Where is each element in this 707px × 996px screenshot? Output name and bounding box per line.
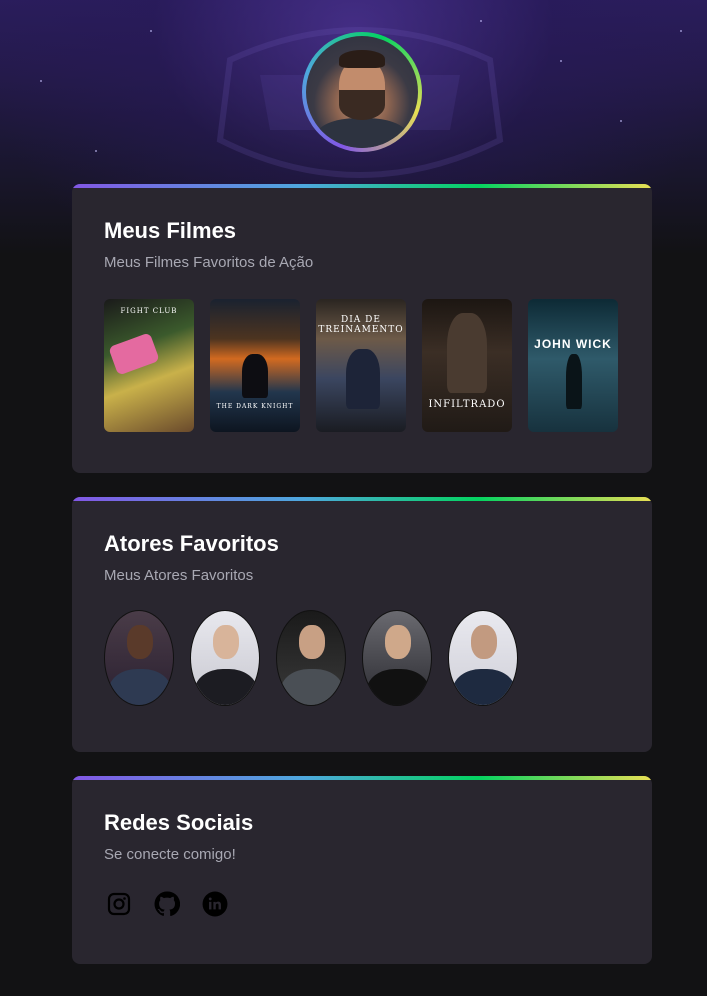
actor-photo[interactable] <box>190 610 260 706</box>
linkedin-icon[interactable] <box>202 891 228 917</box>
profile-avatar <box>306 36 418 148</box>
avatar-hair <box>339 50 385 68</box>
avatar-shirt <box>316 118 408 148</box>
actor-body <box>281 669 343 705</box>
star-decoration <box>40 80 42 82</box>
actor-photo[interactable] <box>362 610 432 706</box>
movies-card: Meus Filmes Meus Filmes Favoritos de Açã… <box>72 184 652 473</box>
actors-card: Atores Favoritos Meus Atores Favoritos <box>72 497 652 752</box>
training-day-poster[interactable]: DIA DE TREINAMENTO <box>316 299 406 432</box>
dark-knight-poster[interactable]: THE DARK KNIGHT <box>210 299 300 432</box>
actor-face <box>213 625 239 659</box>
poster-caption: INFILTRADO <box>428 399 506 410</box>
social-links <box>106 891 228 917</box>
instagram-icon[interactable] <box>106 891 132 917</box>
movie-posters: FIGHT CLUB THE DARK KNIGHT DIA DE TREINA… <box>104 299 618 432</box>
poster-caption: DIA DE TREINAMENTO <box>318 315 404 335</box>
fight-club-poster[interactable]: FIGHT CLUB <box>104 299 194 432</box>
star-decoration <box>680 30 682 32</box>
actor-photo[interactable] <box>276 610 346 706</box>
actor-face <box>471 625 497 659</box>
actor-body <box>367 669 429 705</box>
actors-title: Atores Favoritos <box>104 531 279 556</box>
infiltrado-poster[interactable]: INFILTRADO <box>422 299 512 432</box>
star-decoration <box>150 30 152 32</box>
social-title: Redes Sociais <box>104 810 254 835</box>
soap-bar-graphic <box>108 332 160 376</box>
profile-avatar-ring <box>302 32 422 152</box>
social-subtitle: Se conecte comigo! <box>104 846 236 863</box>
figure-silhouette <box>566 354 582 409</box>
actor-face <box>385 625 411 659</box>
actor-photos <box>104 610 518 706</box>
poster-caption: THE DARK KNIGHT <box>216 403 294 410</box>
avatar-beard <box>339 90 385 120</box>
john-wick-poster[interactable]: JOHN WICK <box>528 299 618 432</box>
social-card: Redes Sociais Se conecte comigo! <box>72 776 652 964</box>
actor-body <box>453 669 515 705</box>
actor-body <box>195 669 257 705</box>
star-decoration <box>560 60 562 62</box>
star-decoration <box>95 150 97 152</box>
actor-photo[interactable] <box>448 610 518 706</box>
actors-subtitle: Meus Atores Favoritos <box>104 567 254 584</box>
poster-caption: FIGHT CLUB <box>120 307 178 315</box>
movies-title: Meus Filmes <box>104 218 237 243</box>
batman-silhouette <box>242 354 268 398</box>
actor-body <box>109 669 171 705</box>
actor-face <box>127 625 153 659</box>
star-decoration <box>480 20 482 22</box>
actor-photo[interactable] <box>104 610 174 706</box>
github-icon[interactable] <box>154 891 180 917</box>
actor-face <box>299 625 325 659</box>
figure-silhouette <box>346 349 380 409</box>
poster-caption: JOHN WICK <box>534 337 612 351</box>
star-decoration <box>620 120 622 122</box>
figure-silhouette <box>447 313 487 393</box>
movies-subtitle: Meus Filmes Favoritos de Ação <box>104 254 314 271</box>
